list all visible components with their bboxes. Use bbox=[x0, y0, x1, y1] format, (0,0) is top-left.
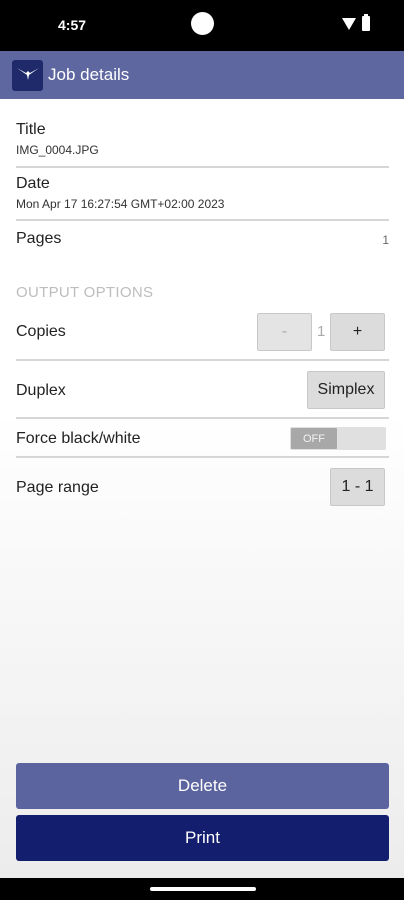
copies-count: 1 bbox=[317, 323, 326, 340]
copies-decrement-button[interactable]: - bbox=[257, 313, 312, 351]
status-bar: 4:57 bbox=[0, 0, 404, 51]
navigation-bar bbox=[0, 878, 404, 900]
title-row: Title IMG_0004.JPG bbox=[16, 121, 389, 157]
app-bar: Job details bbox=[0, 51, 404, 99]
page-range-button[interactable]: 1 - 1 bbox=[330, 468, 385, 506]
section-title: OUTPUT OPTIONS bbox=[16, 284, 154, 301]
force-bw-toggle[interactable]: OFF bbox=[290, 427, 386, 450]
wifi-icon bbox=[342, 17, 356, 30]
date-value: Mon Apr 17 16:27:54 GMT+02:00 2023 bbox=[16, 197, 225, 211]
title-value: IMG_0004.JPG bbox=[16, 143, 99, 157]
status-time: 4:57 bbox=[58, 17, 87, 33]
battery-icon bbox=[362, 14, 370, 31]
divider bbox=[16, 456, 389, 458]
page-title: Job details bbox=[48, 65, 130, 84]
pages-value: 1 bbox=[382, 233, 389, 247]
divider bbox=[16, 359, 389, 361]
duplex-button[interactable]: Simplex bbox=[307, 371, 385, 409]
home-indicator[interactable] bbox=[150, 887, 256, 891]
pages-label: Pages bbox=[16, 230, 62, 247]
camera-cutout bbox=[191, 12, 214, 35]
print-button[interactable]: Print bbox=[16, 815, 389, 861]
date-row: Date Mon Apr 17 16:27:54 GMT+02:00 2023 bbox=[16, 175, 389, 211]
divider bbox=[16, 166, 389, 168]
date-label: Date bbox=[16, 175, 50, 192]
delete-button[interactable]: Delete bbox=[16, 763, 389, 809]
toggle-state: OFF bbox=[291, 428, 337, 449]
copies-increment-button[interactable]: + bbox=[330, 313, 385, 351]
title-label: Title bbox=[16, 121, 46, 138]
status-icons bbox=[342, 14, 370, 31]
pages-row: Pages 1 bbox=[16, 230, 389, 248]
divider bbox=[16, 417, 389, 419]
divider bbox=[16, 219, 389, 221]
job-details-panel: Title IMG_0004.JPG Date Mon Apr 17 16:27… bbox=[0, 99, 404, 878]
output-options-section: OUTPUT OPTIONS bbox=[16, 284, 389, 301]
bird-icon[interactable] bbox=[12, 59, 43, 91]
